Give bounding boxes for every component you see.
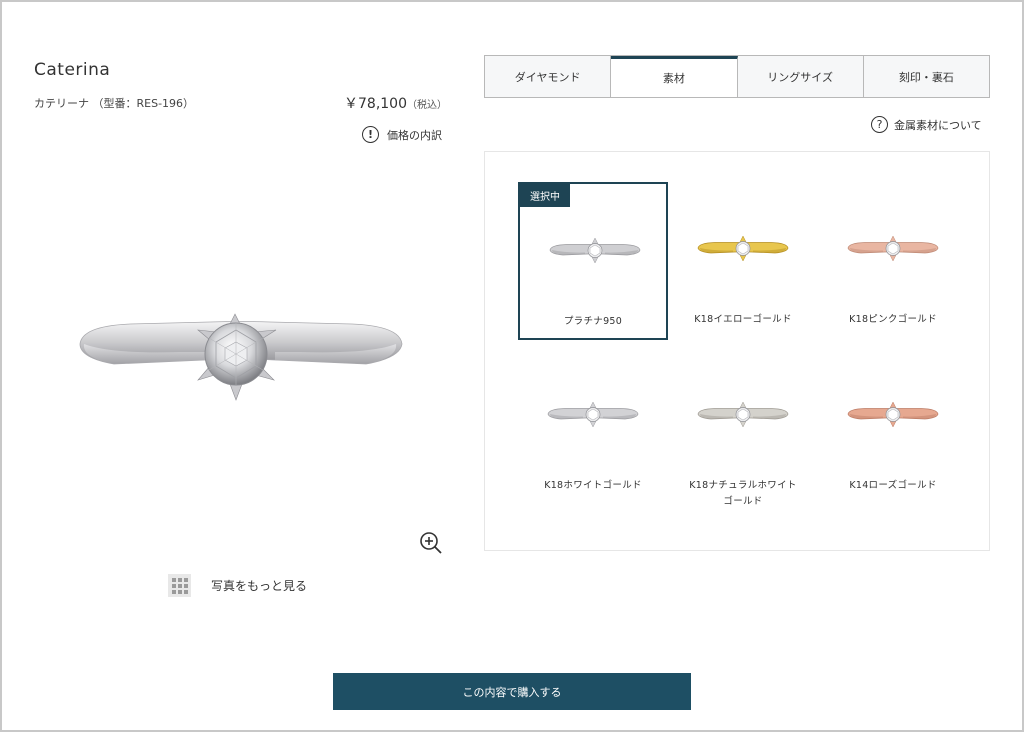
material-label: K18イエローゴールド [694, 314, 792, 325]
material-option-k18-white[interactable]: K18ホワイトゴールド [518, 348, 668, 506]
question-icon: ? [871, 116, 888, 133]
material-options-panel: 選択中 プラチナ950 K18イエローゴールド K18ピンクゴールド K18ホワ… [484, 151, 990, 551]
material-option-k18-yellow[interactable]: K18イエローゴールド [668, 182, 818, 340]
ring-thumbnail [847, 401, 939, 428]
material-label: プラチナ950 [563, 316, 623, 327]
tab-material[interactable]: 素材 [611, 56, 738, 97]
material-help-link[interactable]: ? 金属素材について [871, 116, 982, 133]
material-option-k18-natural-white[interactable]: K18ナチュラルホワイト ゴールド [668, 348, 818, 507]
ring-thumbnail [549, 237, 641, 264]
more-photos-link[interactable]: 写真をもっと見る [168, 574, 307, 597]
price-breakdown-link[interactable]: ! 価格の内訳 [362, 126, 442, 143]
grid-icon [168, 574, 191, 597]
product-price: ￥78,100（税込） [344, 93, 447, 113]
material-label: K18ピンクゴールド [849, 314, 937, 325]
material-option-pt950[interactable]: 選択中 プラチナ950 [518, 182, 668, 340]
ring-thumbnail [697, 401, 789, 428]
ring-thumbnail [847, 235, 939, 262]
purchase-button[interactable]: この内容で購入する [333, 673, 691, 710]
material-label-line1: K18ナチュラルホワイト [689, 480, 797, 491]
ring-thumbnail [697, 235, 789, 262]
product-name: Caterina [34, 60, 111, 80]
zoom-in-icon[interactable] [419, 531, 443, 555]
price-value: ￥78,100 [344, 96, 407, 112]
main-ring-image [79, 313, 403, 401]
tab-engraving[interactable]: 刻印・裏石 [864, 56, 989, 97]
material-label-line2: ゴールド [723, 496, 763, 507]
product-subtitle: カテリーナ （型番：RES-196） [34, 97, 195, 110]
option-tabs: ダイヤモンド 素材 リングサイズ 刻印・裏石 [484, 55, 990, 98]
more-photos-label: 写真をもっと見る [211, 579, 308, 593]
material-option-k14-rose[interactable]: K14ローズゴールド [818, 348, 968, 506]
material-label: K18ホワイトゴールド [544, 480, 642, 491]
material-help-label: 金属素材について [894, 118, 982, 132]
material-option-k18-pink[interactable]: K18ピンクゴールド [818, 182, 968, 340]
tab-diamond[interactable]: ダイヤモンド [485, 56, 612, 97]
material-label: K14ローズゴールド [849, 480, 937, 491]
tax-note: （税込） [407, 100, 447, 111]
price-breakdown-label: 価格の内訳 [387, 128, 442, 142]
selected-badge: 選択中 [520, 184, 570, 207]
ring-thumbnail [547, 401, 639, 428]
exclamation-icon: ! [362, 126, 379, 143]
tab-ring-size[interactable]: リングサイズ [738, 56, 864, 97]
